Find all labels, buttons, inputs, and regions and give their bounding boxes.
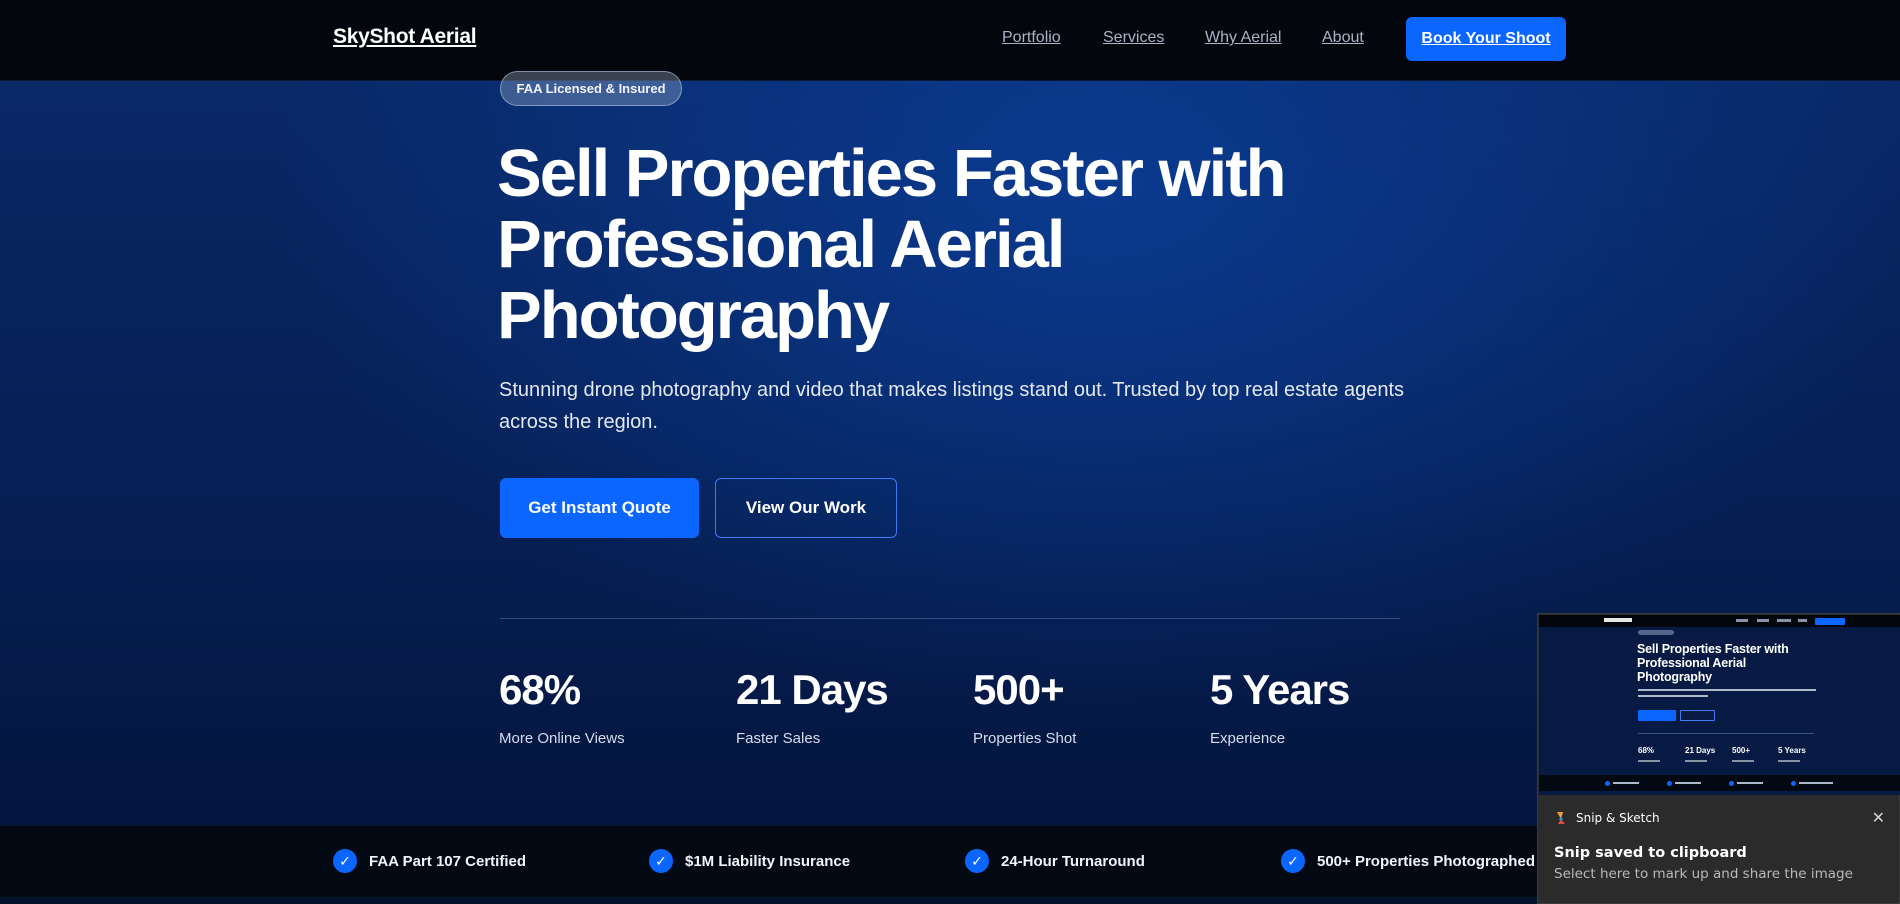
thumb-trust-line [1613, 782, 1639, 784]
stats-divider [500, 618, 1400, 619]
thumb-nav-cta [1815, 618, 1845, 625]
stat-value: 68% [499, 666, 581, 713]
trust-label: 24-Hour Turnaround [1001, 852, 1145, 870]
thumb-check-dot [1667, 781, 1672, 786]
thumb-headline-text: Sell Properties Faster with Professional… [1637, 642, 1789, 684]
nav-link-why-aerial[interactable]: Why Aerial [1205, 29, 1281, 47]
thumb-secondary-button [1680, 710, 1715, 721]
thumb-stat: 21 Days [1685, 746, 1716, 755]
thumb-stat-label [1732, 760, 1754, 762]
stat-label: Faster Sales [736, 730, 821, 747]
check-icon: ✓ [649, 849, 673, 873]
nav-link-services[interactable]: Services [1103, 29, 1164, 47]
stat-experience: 5 Years Experience [1210, 664, 1350, 747]
thumb-trust-line [1799, 782, 1833, 784]
thumb-check-dot [1791, 781, 1796, 786]
close-icon[interactable]: ✕ [1872, 808, 1885, 827]
trust-label: $1M Liability Insurance [685, 852, 851, 870]
snip-sketch-icon [1554, 810, 1568, 826]
site-logo[interactable]: SkyShot Aerial [333, 25, 477, 49]
instant-quote-button[interactable]: Get Instant Quote [500, 478, 699, 538]
trust-label: FAA Part 107 Certified [369, 852, 526, 870]
thumb-logo [1604, 618, 1632, 622]
toast-app-header: Snip & Sketch [1554, 810, 1660, 826]
check-icon: ✓ [1281, 849, 1305, 873]
hero-headline: Sell Properties Faster with Professional… [497, 136, 1287, 353]
thumb-divider [1638, 733, 1814, 734]
thumb-stat: 5 Years [1778, 746, 1806, 755]
snip-toast-notification[interactable]: Sell Properties Faster with Professional… [1537, 613, 1900, 904]
thumb-check-dot [1729, 781, 1734, 786]
nav-link-about[interactable]: About [1322, 29, 1364, 47]
stat-properties-shot: 500+ Properties Shot [973, 664, 1076, 747]
thumb-stat: 68% [1638, 746, 1655, 755]
trust-item-properties: ✓ 500+ Properties Photographed [1281, 849, 1535, 873]
hero-subtitle: Stunning drone photography and video tha… [499, 379, 1405, 433]
check-icon: ✓ [333, 849, 357, 873]
thumb-headline: Sell Properties Faster with Professional… [1637, 642, 1807, 684]
thumb-subtitle-line [1638, 689, 1816, 691]
check-icon: ✓ [965, 849, 989, 873]
book-shoot-button[interactable]: Book Your Shoot [1406, 17, 1566, 61]
thumb-trust-bar [1539, 775, 1900, 791]
trust-item-faa: ✓ FAA Part 107 Certified [333, 849, 526, 873]
thumb-badge [1638, 630, 1674, 635]
stat-label: More Online Views [499, 730, 625, 747]
trust-item-turnaround: ✓ 24-Hour Turnaround [965, 849, 1145, 873]
snip-thumbnail[interactable]: Sell Properties Faster with Professional… [1539, 615, 1900, 795]
trust-item-insurance: ✓ $1M Liability Insurance [649, 849, 850, 873]
toast-body: Select here to mark up and share the ima… [1554, 866, 1853, 882]
thumb-subtitle-line [1638, 695, 1708, 697]
thumb-nav-link [1757, 619, 1769, 622]
stat-value: 5 Years [1210, 666, 1350, 713]
thumb-check-dot [1605, 781, 1610, 786]
thumb-stat-label [1778, 760, 1800, 762]
thumb-nav-link [1798, 619, 1807, 622]
thumb-trust-line [1737, 782, 1763, 784]
thumb-trust-line [1675, 782, 1701, 784]
thumb-stat-label [1638, 760, 1660, 762]
trust-label: 500+ Properties Photographed [1317, 852, 1535, 870]
thumb-stat-label [1685, 760, 1707, 762]
thumb-nav-link [1777, 619, 1791, 622]
stat-value: 500+ [973, 666, 1065, 713]
toast-heading: Snip saved to clipboard [1554, 845, 1747, 861]
stat-online-views: 68% More Online Views [499, 664, 625, 747]
thumb-nav-link [1736, 619, 1748, 622]
stat-value: 21 Days [736, 666, 889, 713]
stat-faster-sales: 21 Days Faster Sales [736, 664, 889, 747]
licensed-badge: FAA Licensed & Insured [500, 71, 682, 106]
stat-label: Experience [1210, 730, 1286, 747]
toast-app-name: Snip & Sketch [1576, 811, 1660, 825]
stat-label: Properties Shot [973, 730, 1077, 747]
nav-link-portfolio[interactable]: Portfolio [1002, 29, 1061, 47]
thumb-nav [1539, 615, 1900, 627]
top-nav: SkyShot Aerial Portfolio Services Why Ae… [0, 0, 1900, 81]
view-work-button[interactable]: View Our Work [715, 478, 897, 538]
thumb-stat: 500+ [1732, 746, 1751, 755]
thumb-primary-button [1638, 710, 1676, 721]
